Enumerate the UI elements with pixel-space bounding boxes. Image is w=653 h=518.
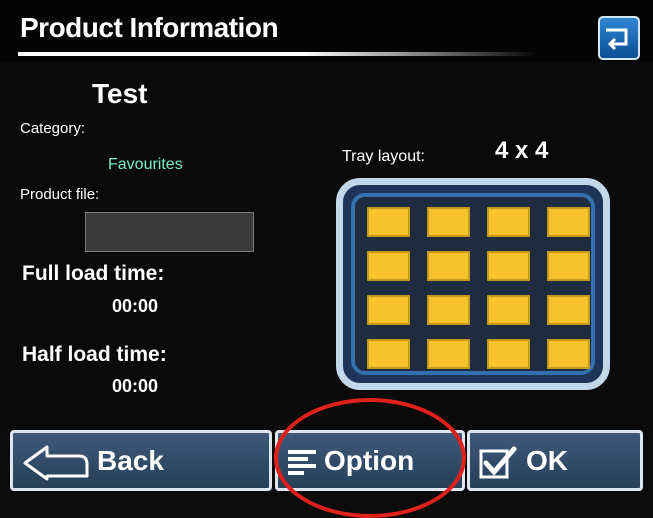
tray-slot (487, 295, 530, 325)
tray-slot (367, 295, 410, 325)
tray-slot (487, 339, 530, 369)
title-underline (18, 52, 538, 56)
tray-slot (547, 251, 590, 281)
tray-slot (487, 207, 530, 237)
full-load-time-value: 00:00 (112, 296, 159, 316)
tray-slot (547, 339, 590, 369)
full-load-time-label: Full load time: (22, 262, 165, 285)
half-load-time-label: Half load time: (22, 343, 167, 366)
return-button[interactable] (598, 16, 640, 60)
category-label: Category: (20, 120, 86, 137)
checkbox-icon (479, 446, 517, 479)
product-information-screen: Product Information Test Category: Favou… (0, 0, 653, 518)
tray-slot (367, 207, 410, 237)
tray-slot (547, 295, 590, 325)
tray-slot (367, 339, 410, 369)
ok-button-label: OK (526, 445, 568, 476)
option-button[interactable]: Option (275, 430, 465, 491)
product-name: Test (92, 78, 148, 109)
tray-slot (427, 207, 470, 237)
return-icon (606, 28, 628, 51)
tray-slot (367, 251, 410, 281)
tray-slot (427, 295, 470, 325)
category-value: Favourites (108, 156, 183, 173)
back-button[interactable]: Back (10, 430, 272, 491)
lines-icon (288, 450, 316, 475)
option-button-label: Option (324, 445, 415, 476)
tray-slot (487, 251, 530, 281)
tray-slot (547, 207, 590, 237)
arrow-left-icon (23, 445, 89, 481)
tray-grid (351, 193, 595, 375)
product-file-field[interactable] (85, 212, 254, 252)
back-button-label: Back (97, 445, 164, 476)
tray-layout-label: Tray layout: (342, 148, 425, 165)
page-title: Product Information (20, 12, 279, 43)
half-load-time-value: 00:00 (112, 376, 159, 396)
tray-slot (427, 339, 470, 369)
product-file-label: Product file: (20, 186, 100, 203)
header: Product Information (0, 0, 653, 62)
tray-layout-diagram[interactable] (336, 178, 610, 390)
tray-slot (427, 251, 470, 281)
ok-button[interactable]: OK (467, 430, 643, 491)
tray-layout-size: 4 x 4 (495, 137, 549, 164)
